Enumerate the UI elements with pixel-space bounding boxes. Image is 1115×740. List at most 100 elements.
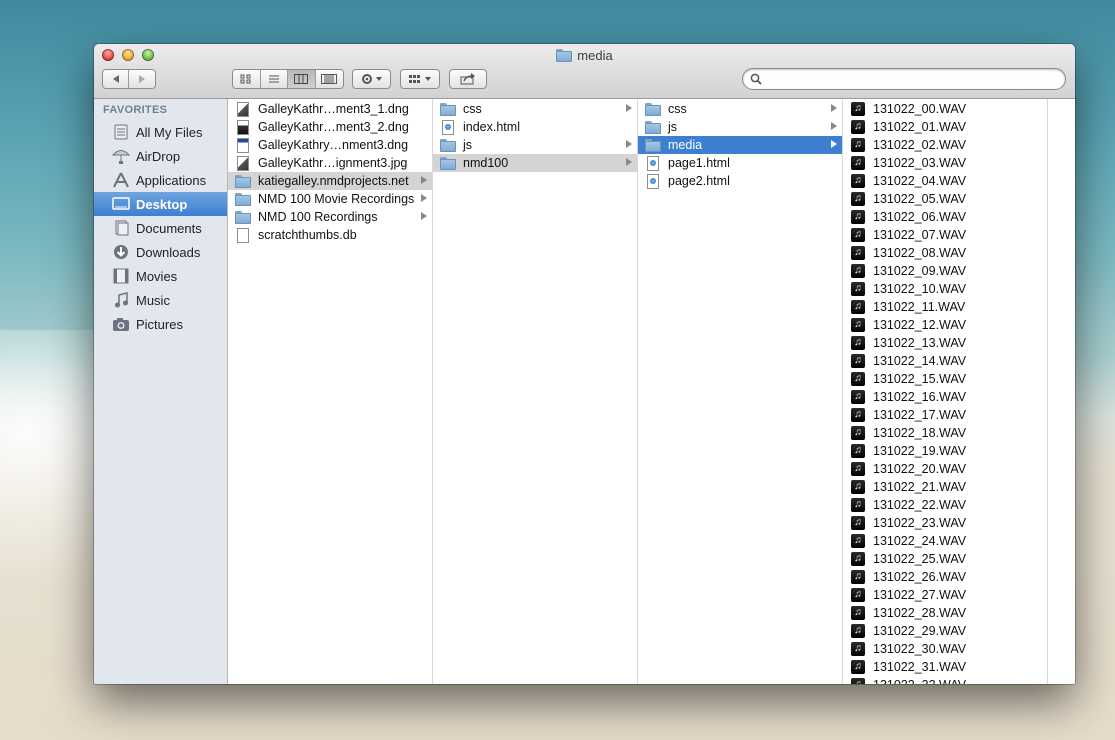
file-name: index.html bbox=[463, 120, 520, 134]
file-name: 131022_10.WAV bbox=[873, 282, 967, 296]
audio-file-row[interactable]: ♫ 131022_10.WAV bbox=[843, 280, 1047, 298]
folder-row[interactable]: js bbox=[433, 136, 637, 154]
audio-file-row[interactable]: ♫ 131022_02.WAV bbox=[843, 136, 1047, 154]
back-forward-control bbox=[102, 69, 156, 89]
back-arrow-icon bbox=[112, 75, 119, 83]
file-row[interactable]: page2.html bbox=[638, 172, 842, 190]
folder-row[interactable]: NMD 100 Recordings bbox=[228, 208, 432, 226]
audio-file-row[interactable]: ♫ 131022_11.WAV bbox=[843, 298, 1047, 316]
folder-row[interactable]: js bbox=[638, 118, 842, 136]
audio-file-row[interactable]: ♫ 131022_23.WAV bbox=[843, 514, 1047, 532]
audio-file-icon: ♫ bbox=[850, 173, 866, 189]
audio-file-row[interactable]: ♫ 131022_19.WAV bbox=[843, 442, 1047, 460]
browser-column-4: ♫ 131022_00.WAV ♫ 131022_01.WAV ♫ 131022_02.W… bbox=[843, 99, 1048, 684]
sidebar-item-applications[interactable]: Applications bbox=[94, 168, 227, 192]
file-name: 131022_13.WAV bbox=[873, 336, 967, 350]
folder-row[interactable]: css bbox=[433, 100, 637, 118]
folder-row[interactable]: NMD 100 Movie Recordings bbox=[228, 190, 432, 208]
audio-file-row[interactable]: ♫ 131022_17.WAV bbox=[843, 406, 1047, 424]
file-name: 131022_06.WAV bbox=[873, 210, 967, 224]
audio-file-row[interactable]: ♫ 131022_14.WAV bbox=[843, 352, 1047, 370]
audio-file-row[interactable]: ♫ 131022_27.WAV bbox=[843, 586, 1047, 604]
icon-view-button[interactable] bbox=[233, 70, 261, 88]
audio-file-row[interactable]: ♫ 131022_32.WAV bbox=[843, 676, 1047, 684]
search-input[interactable] bbox=[767, 71, 1061, 89]
audio-file-row[interactable]: ♫ 131022_16.WAV bbox=[843, 388, 1047, 406]
audio-file-row[interactable]: ♫ 131022_08.WAV bbox=[843, 244, 1047, 262]
audio-file-row[interactable]: ♫ 131022_13.WAV bbox=[843, 334, 1047, 352]
audio-file-icon: ♫ bbox=[850, 119, 866, 135]
audio-file-icon: ♫ bbox=[850, 515, 866, 531]
audio-file-row[interactable]: ♫ 131022_06.WAV bbox=[843, 208, 1047, 226]
audio-file-row[interactable]: ♫ 131022_24.WAV bbox=[843, 532, 1047, 550]
folder-row-nmd100[interactable]: nmd100 bbox=[433, 154, 637, 172]
audio-file-icon: ♫ bbox=[850, 335, 866, 351]
audio-file-row[interactable]: ♫ 131022_04.WAV bbox=[843, 172, 1047, 190]
audio-file-row[interactable]: ♫ 131022_05.WAV bbox=[843, 190, 1047, 208]
arrange-menu-button[interactable] bbox=[400, 69, 440, 89]
file-row[interactable]: GalleyKathry…nment3.dng bbox=[228, 136, 432, 154]
audio-file-row[interactable]: ♫ 131022_20.WAV bbox=[843, 460, 1047, 478]
file-row[interactable]: page1.html bbox=[638, 154, 842, 172]
sidebar-item-pictures[interactable]: Pictures bbox=[94, 312, 227, 336]
audio-file-row[interactable]: ♫ 131022_25.WAV bbox=[843, 550, 1047, 568]
finder-window: media FAVORITES All My Files AirDrop App… bbox=[94, 44, 1075, 684]
sidebar-item-documents[interactable]: Documents bbox=[94, 216, 227, 240]
folder-row-media-selected[interactable]: media bbox=[638, 136, 842, 154]
audio-file-icon: ♫ bbox=[850, 587, 866, 603]
image-file-icon bbox=[235, 119, 251, 135]
file-row[interactable]: scratchthumbs.db bbox=[228, 226, 432, 244]
column-view-icon bbox=[294, 74, 309, 84]
sidebar-item-downloads[interactable]: Downloads bbox=[94, 240, 227, 264]
audio-file-row[interactable]: ♫ 131022_22.WAV bbox=[843, 496, 1047, 514]
audio-file-icon: ♫ bbox=[850, 281, 866, 297]
column-view-button[interactable] bbox=[288, 70, 316, 88]
audio-file-row[interactable]: ♫ 131022_18.WAV bbox=[843, 424, 1047, 442]
forward-button[interactable] bbox=[129, 70, 155, 88]
sidebar-item-all-my-files[interactable]: All My Files bbox=[94, 120, 227, 144]
audio-file-row[interactable]: ♫ 131022_31.WAV bbox=[843, 658, 1047, 676]
coverflow-view-button[interactable] bbox=[315, 70, 343, 88]
file-name: 131022_27.WAV bbox=[873, 588, 967, 602]
audio-file-row[interactable]: ♫ 131022_21.WAV bbox=[843, 478, 1047, 496]
audio-file-row[interactable]: ♫ 131022_26.WAV bbox=[843, 568, 1047, 586]
sidebar-item-airdrop[interactable]: AirDrop bbox=[94, 144, 227, 168]
file-name: 131022_08.WAV bbox=[873, 246, 967, 260]
disclosure-arrow-icon bbox=[831, 122, 837, 130]
file-name: GalleyKathry…nment3.dng bbox=[258, 138, 409, 152]
action-menu-button[interactable] bbox=[352, 69, 391, 89]
folder-icon bbox=[645, 119, 661, 135]
file-name: katiegalley.nmdprojects.net bbox=[258, 174, 409, 188]
file-row[interactable]: GalleyKathr…ignment3.jpg bbox=[228, 154, 432, 172]
audio-file-row[interactable]: ♫ 131022_30.WAV bbox=[843, 640, 1047, 658]
audio-file-row[interactable]: ♫ 131022_09.WAV bbox=[843, 262, 1047, 280]
downloads-icon bbox=[111, 243, 131, 261]
list-view-button[interactable] bbox=[260, 70, 288, 88]
sidebar-item-music[interactable]: Music bbox=[94, 288, 227, 312]
file-name: page2.html bbox=[668, 174, 730, 188]
file-row[interactable]: index.html bbox=[433, 118, 637, 136]
file-name: 131022_32.WAV bbox=[873, 678, 966, 684]
folder-row-katiegalley[interactable]: katiegalley.nmdprojects.net bbox=[228, 172, 432, 190]
audio-file-row[interactable]: ♫ 131022_00.WAV bbox=[843, 100, 1047, 118]
audio-file-row[interactable]: ♫ 131022_03.WAV bbox=[843, 154, 1047, 172]
search-icon bbox=[750, 73, 762, 85]
audio-file-row[interactable]: ♫ 131022_15.WAV bbox=[843, 370, 1047, 388]
sidebar-item-desktop[interactable]: Desktop bbox=[94, 192, 227, 216]
audio-file-row[interactable]: ♫ 131022_01.WAV bbox=[843, 118, 1047, 136]
search-field[interactable] bbox=[742, 68, 1066, 90]
audio-file-row[interactable]: ♫ 131022_12.WAV bbox=[843, 316, 1047, 334]
folder-row[interactable]: css bbox=[638, 100, 842, 118]
file-row[interactable]: GalleyKathr…ment3_1.dng bbox=[228, 100, 432, 118]
sidebar-item-label: Downloads bbox=[136, 244, 201, 260]
audio-file-row[interactable]: ♫ 131022_07.WAV bbox=[843, 226, 1047, 244]
sidebar-item-movies[interactable]: Movies bbox=[94, 264, 227, 288]
back-button[interactable] bbox=[103, 70, 130, 88]
share-icon bbox=[460, 73, 475, 85]
file-row[interactable]: GalleyKathr…ment3_2.dng bbox=[228, 118, 432, 136]
audio-file-row[interactable]: ♫ 131022_29.WAV bbox=[843, 622, 1047, 640]
file-name: 131022_04.WAV bbox=[873, 174, 967, 188]
audio-file-row[interactable]: ♫ 131022_28.WAV bbox=[843, 604, 1047, 622]
audio-file-icon: ♫ bbox=[850, 551, 866, 567]
share-button[interactable] bbox=[449, 69, 487, 89]
